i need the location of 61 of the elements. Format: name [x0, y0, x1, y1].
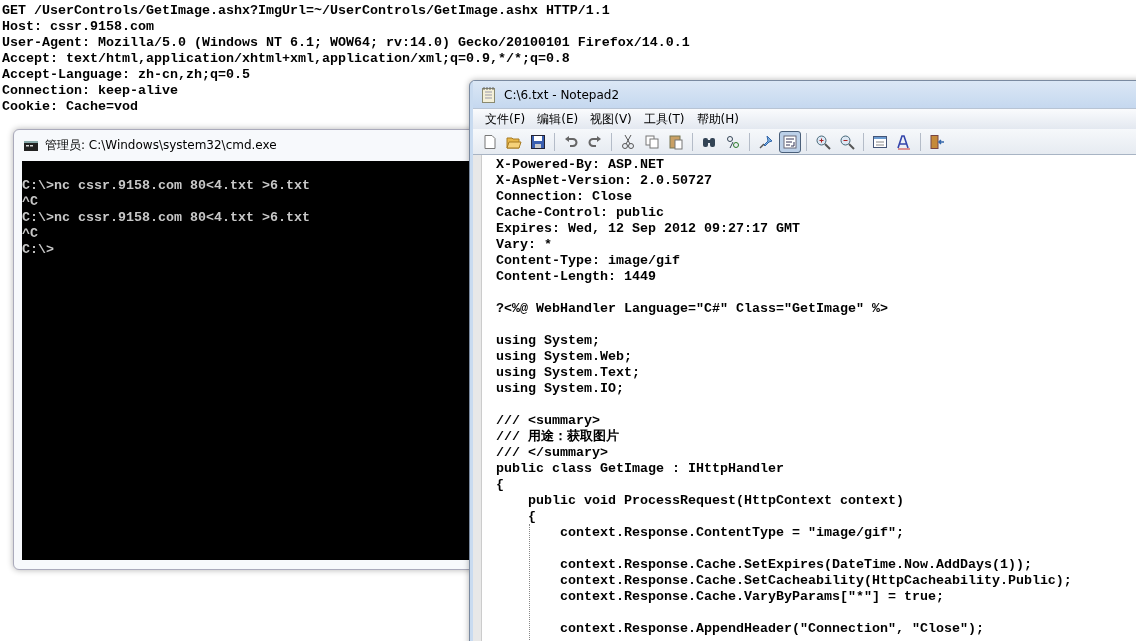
code-line: {	[496, 477, 504, 493]
request-line: GET /UserControls/GetImage.ashx?ImgUrl=~/UserControls/GetImage.ashx HTTP/1.1	[2, 3, 610, 19]
menu-item[interactable]: 编辑(E)	[531, 110, 585, 128]
zoom-out-icon	[839, 133, 855, 150]
door-icon	[929, 133, 945, 150]
code-line: public void ProcessRequest(HttpContext context)	[527, 493, 904, 509]
request-line: User-Agent: Mozilla/5.0 (Windows NT 6.1; WOW64; rv:14.0) Gecko/20100101 Firefox/14.0.1	[2, 35, 690, 51]
code-line: context.Response.Cache.SetCacheability(HttpCacheability.Public);	[559, 573, 1072, 589]
word-wrap-icon	[782, 133, 798, 150]
console-line: C:\>nc cssr.9158.com 80<4.txt >6.txt	[22, 178, 310, 194]
code-line: Connection: Close	[496, 189, 632, 205]
code-line: {	[527, 509, 536, 525]
request-line: Accept: text/html,application/xhtml+xml,application/xml;q=0.9,*/*;q=0.8	[2, 51, 570, 67]
menu-item[interactable]: 文件(F)	[479, 110, 532, 128]
console-icon	[24, 140, 38, 151]
code-line: context.Response.ContentType = "image/gif";	[559, 525, 904, 541]
request-line: Cookie: Cache=vod	[2, 99, 138, 115]
new-file-icon	[482, 133, 498, 150]
request-line: Accept-Language: zh-cn,zh;q=0.5	[2, 67, 250, 83]
menu-item[interactable]: 工具(T)	[637, 110, 691, 128]
code-line: context.Response.Cache.VaryByParams["*"] = true;	[559, 589, 944, 605]
redo-icon	[587, 133, 603, 150]
code-line: using System.IO;	[496, 381, 624, 397]
replace-icon	[725, 133, 741, 150]
code-line: Vary: *	[496, 237, 552, 253]
window-icon	[872, 133, 888, 150]
code-line: ?<%@ WebHandler Language="C#" Class="GetImage" %>	[496, 301, 888, 317]
paste-icon	[668, 133, 684, 150]
window-title: 管理员: C:\Windows\system32\cmd.exe	[45, 137, 277, 154]
notepad-icon	[481, 85, 497, 104]
zoom-in-icon	[815, 133, 831, 150]
scissors-icon	[620, 133, 636, 150]
menu-item[interactable]: 视图(V)	[584, 110, 638, 128]
code-line: context.Response.Cache.SetExpires(DateTime.Now.AddDays(1));	[559, 557, 1032, 573]
undo-icon	[563, 133, 579, 150]
code-line: /// 用途：获取图片	[496, 429, 619, 445]
code-line: using System.Web;	[496, 349, 632, 365]
window-title: C:\6.txt - Notepad2	[504, 87, 619, 102]
code-line: Expires: Wed, 12 Sep 2012 09:27:17 GMT	[496, 221, 800, 237]
code-line: Content-Length: 1449	[496, 269, 656, 285]
request-line: Host: cssr.9158.com	[2, 19, 154, 35]
pin-icon	[758, 133, 774, 150]
font-icon	[896, 133, 912, 150]
toolbar-wrap-button[interactable]	[779, 130, 801, 153]
console-line: C:\>	[22, 242, 54, 258]
code-line: /// </summary>	[496, 445, 608, 461]
code-line: context.Response.AppendHeader("Connection", "Close");	[559, 621, 984, 637]
code-line: Content-Type: image/gif	[496, 253, 680, 269]
copy-icon	[644, 133, 660, 150]
code-line: using System;	[496, 333, 600, 349]
menu-item[interactable]: 帮助(H)	[690, 110, 745, 128]
console-line: C:\>nc cssr.9158.com 80<4.txt >6.txt	[22, 210, 310, 226]
code-line: public class GetImage : IHttpHandler	[496, 461, 784, 477]
console-line: ^C	[22, 226, 38, 242]
console-line: ^C	[22, 194, 38, 210]
request-line: Connection: keep-alive	[2, 83, 178, 99]
code-line: using System.Text;	[496, 365, 640, 381]
code-line: Cache-Control: public	[496, 205, 664, 221]
code-line: X-Powered-By: ASP.NET	[496, 157, 664, 173]
code-line: /// <summary>	[496, 413, 600, 429]
code-line: X-AspNet-Version: 2.0.50727	[496, 173, 712, 189]
